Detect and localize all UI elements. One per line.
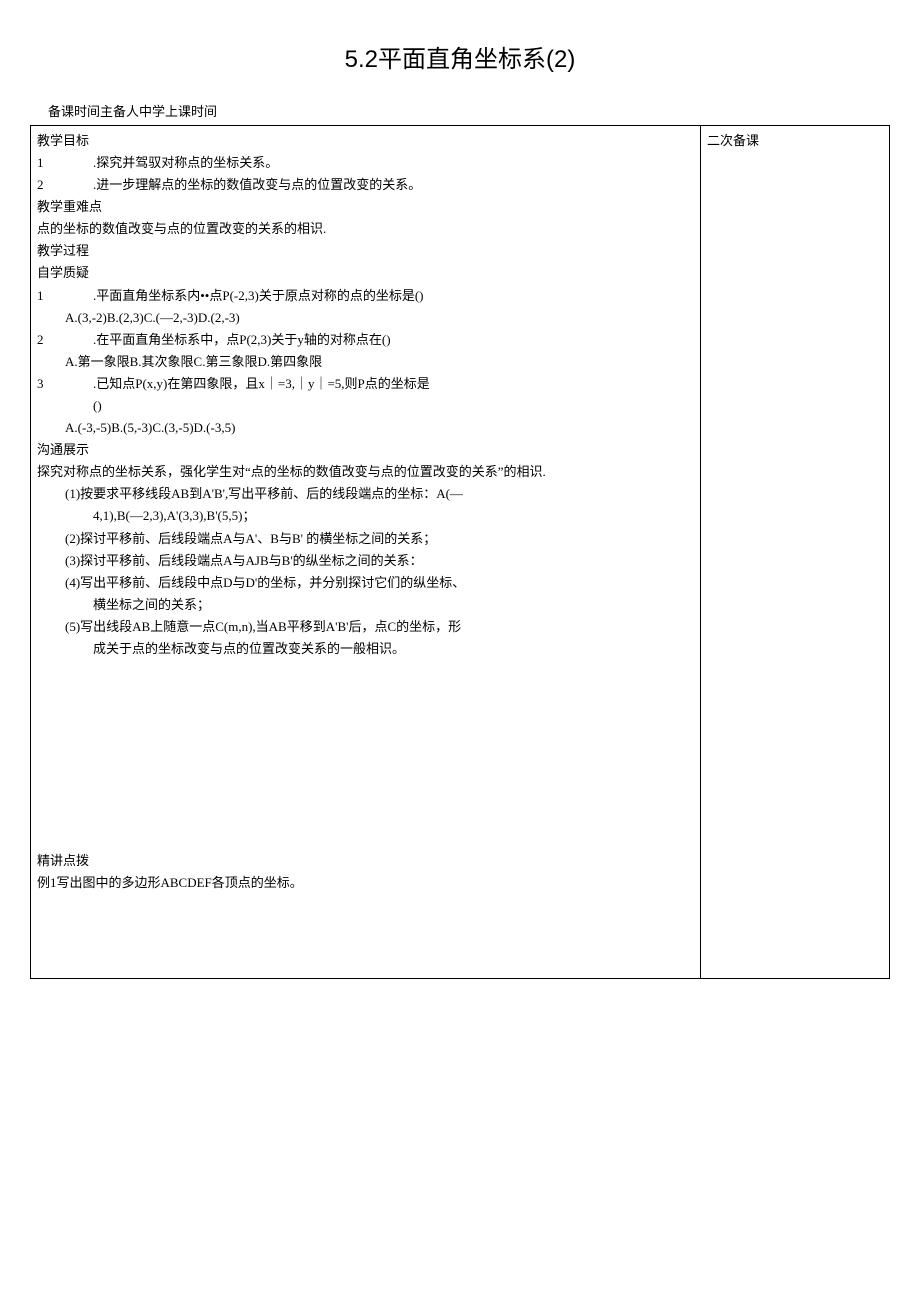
- sec-explain-heading: 精讲点拨: [37, 850, 694, 872]
- q-num: 3: [37, 373, 93, 395]
- question-item: 3 .已知点P(x,y)在第四象限，且x｜=3,｜y｜=5,则P点的坐标是: [37, 373, 694, 395]
- q-options: A.(3,-2)B.(2,3)C.(—2,-3)D.(2,-3): [37, 307, 694, 329]
- question-list: 2 .在平面直角坐标系中，点P(2,3)关于y轴的对称点在(): [37, 329, 694, 351]
- q-num: 1: [37, 285, 93, 307]
- q-text: .在平面直角坐标系中，点P(2,3)关于y轴的对称点在(): [93, 329, 694, 351]
- step-item: (4)写出平移前、后线段中点D与D'的坐标，并分别探讨它们的纵坐标、: [37, 572, 694, 594]
- goal-num: 1: [37, 152, 93, 174]
- goal-text: .进一步理解点的坐标的数值改变与点的位置改变的关系。: [93, 174, 694, 196]
- goal-item: 1 .探究并驾驭对称点的坐标关系。: [37, 152, 694, 174]
- step-item: (2)探讨平移前、后线段端点A与A'、B与B' 的横坐标之间的关系；: [37, 528, 694, 550]
- side-header: 二次备课: [707, 133, 759, 148]
- step-item: (5)写出线段AB上随意一点C(m,n),当AB平移到A'B'后，点C的坐标，形: [37, 616, 694, 638]
- step-item: (1)按要求平移线段AB到A'B',写出平移前、后的线段端点的坐标：A(—: [37, 483, 694, 505]
- step-list: (1)按要求平移线段AB到A'B',写出平移前、后的线段端点的坐标：A(— 4,…: [37, 483, 694, 660]
- q-options: A.(-3,-5)B.(5,-3)C.(3,-5)D.(-3,5): [37, 417, 694, 439]
- example-text: 例1写出图中的多边形ABCDEF各顶点的坐标。: [37, 872, 694, 894]
- goal-text: .探究并驾驭对称点的坐标关系。: [93, 152, 694, 174]
- blank-space: [37, 660, 694, 850]
- step-item-wrap: 4,1),B(—2,3),A'(3,3),B'(5,5)；: [37, 505, 694, 527]
- goal-item: 2 .进一步理解点的坐标的数值改变与点的位置改变的关系。: [37, 174, 694, 196]
- question-item: 1 .平面直角坐标系内••点P(-2,3)关于原点对称的点的坐标是(): [37, 285, 694, 307]
- q-text: .已知点P(x,y)在第四象限，且x｜=3,｜y｜=5,则P点的坐标是: [93, 373, 694, 395]
- sec-goal-heading: 教学目标: [37, 130, 694, 152]
- goal-num: 2: [37, 174, 93, 196]
- question-list: 1 .平面直角坐标系内••点P(-2,3)关于原点对称的点的坐标是(): [37, 285, 694, 307]
- q-options: A.第一象限B.其次象限C.第三象限D.第四象限: [37, 351, 694, 373]
- lesson-table: 教学目标 1 .探究并驾驭对称点的坐标关系。 2 .进一步理解点的坐标的数值改变…: [30, 125, 890, 979]
- page-title: 5.2平面直角坐标系(2): [30, 40, 890, 81]
- side-cell: 二次备课: [701, 125, 890, 978]
- question-list: 3 .已知点P(x,y)在第四象限，且x｜=3,｜y｜=5,则P点的坐标是: [37, 373, 694, 395]
- comm-intro: 探究对称点的坐标关系，强化学生对“点的坐标的数值改变与点的位置改变的关系”的相识…: [37, 461, 694, 483]
- q-text: .平面直角坐标系内••点P(-2,3)关于原点对称的点的坐标是(): [93, 285, 694, 307]
- sec-selfq-heading: 自学质疑: [37, 262, 694, 284]
- meta-line: 备课时间主备人中学上课时间: [30, 101, 890, 123]
- q-paren: (): [37, 395, 694, 417]
- step-item: (3)探讨平移前、后线段端点A与AJB与B'的纵坐标之间的关系：: [37, 550, 694, 572]
- sec-process-heading: 教学过程: [37, 240, 694, 262]
- q-num: 2: [37, 329, 93, 351]
- diff-text: 点的坐标的数值改变与点的位置改变的关系的相识.: [37, 218, 694, 240]
- main-content-cell: 教学目标 1 .探究并驾驭对称点的坐标关系。 2 .进一步理解点的坐标的数值改变…: [31, 125, 701, 978]
- step-item-wrap: 横坐标之间的关系；: [37, 594, 694, 616]
- sec-diff-heading: 教学重难点: [37, 196, 694, 218]
- blank-space: [37, 894, 694, 974]
- goals-list: 1 .探究并驾驭对称点的坐标关系。 2 .进一步理解点的坐标的数值改变与点的位置…: [37, 152, 694, 196]
- step-item-wrap: 成关于点的坐标改变与点的位置改变关系的一般相识。: [37, 638, 694, 660]
- sec-comm-heading: 沟通展示: [37, 439, 694, 461]
- question-item: 2 .在平面直角坐标系中，点P(2,3)关于y轴的对称点在(): [37, 329, 694, 351]
